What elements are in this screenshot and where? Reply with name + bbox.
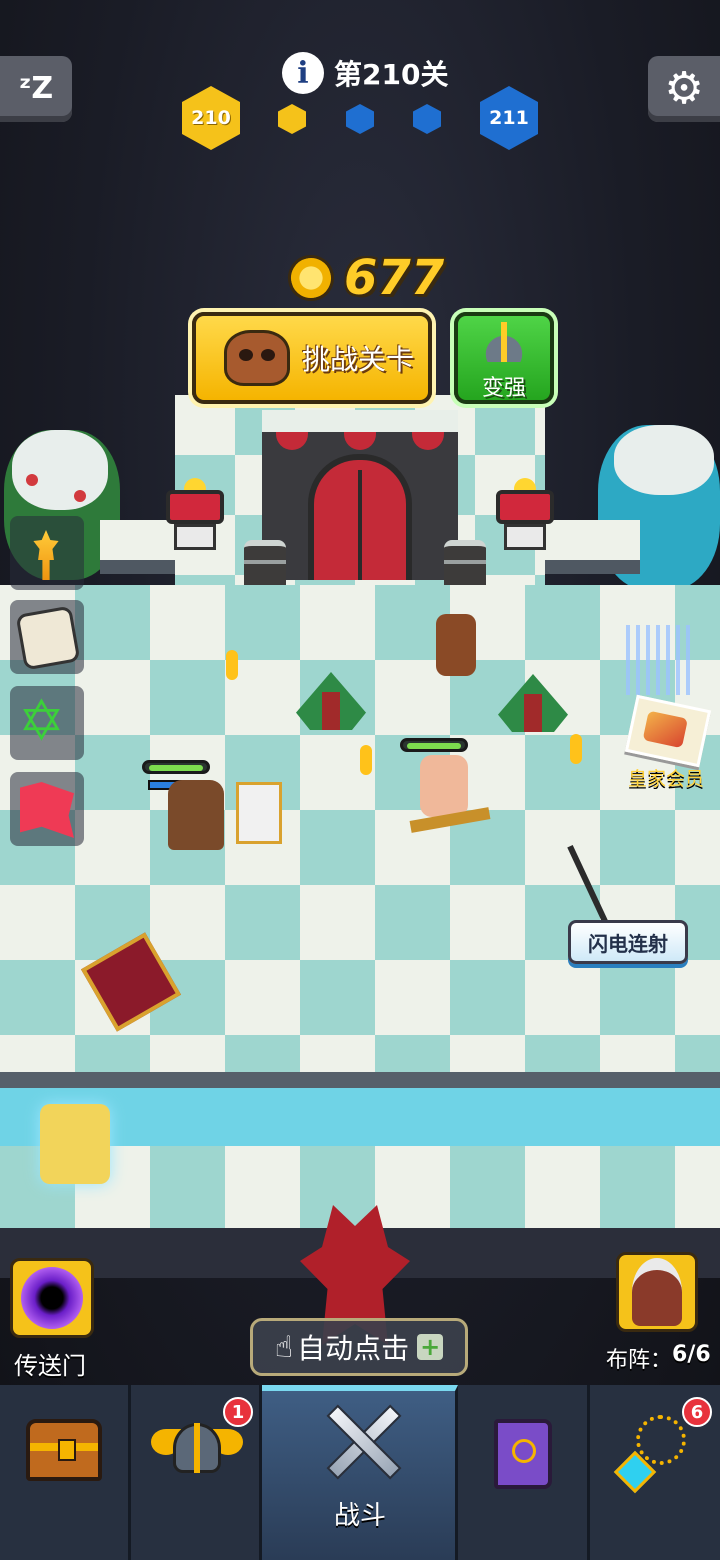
crossed-swords-icon [316, 1397, 406, 1487]
health-bar [142, 760, 210, 774]
current-level-badge: 210 [182, 86, 240, 150]
tab-hero[interactable]: 1 [131, 1385, 262, 1560]
coin-amount: 677 [344, 250, 445, 306]
golden-knight [40, 1104, 110, 1184]
tab-spellbook[interactable] [458, 1385, 590, 1560]
lightning-volley-label: 闪电连射 [588, 931, 668, 956]
lightning-volley-button[interactable]: 闪电连射 [568, 920, 688, 964]
portal-button[interactable] [10, 1258, 94, 1338]
scroll-icon [15, 605, 81, 671]
portal-vortex-icon [21, 1267, 83, 1329]
sleep-icon: ᶻZ [18, 71, 54, 106]
level-title: 第210关 [334, 58, 449, 91]
tab-amulet[interactable]: 6 [590, 1385, 720, 1560]
skull-icon [224, 330, 290, 386]
amulet-badge: 6 [682, 1397, 712, 1427]
next-level-badge: 211 [480, 86, 538, 150]
portal-label[interactable]: 传送门 [14, 1346, 86, 1381]
board-edge [0, 1072, 720, 1088]
archer-enemy [436, 614, 476, 676]
coin-drop[interactable] [226, 650, 238, 680]
sleep-button[interactable]: ᶻZ [0, 56, 72, 122]
level-title-row: i 第210关 [282, 50, 448, 96]
hero-warrior [168, 780, 224, 850]
current-level: 210 [191, 107, 231, 129]
next-level: 211 [489, 107, 529, 129]
gear-icon: ⚙ [664, 63, 704, 114]
info-icon[interactable]: i [282, 52, 324, 94]
formation-label: 布阵： [606, 1348, 673, 1373]
spellbook-icon [494, 1419, 552, 1489]
progress-node-complete [278, 104, 306, 134]
ice-grass [626, 625, 692, 695]
shield-bearer [236, 782, 282, 844]
ranking-button[interactable] [10, 516, 84, 590]
quest-scroll-button[interactable] [10, 600, 84, 674]
red-banner-button[interactable] [10, 772, 84, 846]
red-door [308, 454, 412, 580]
game-scene[interactable]: 皇家会员 闪电连射 ✡ 677 挑战关卡 变强 ᶻZ ⚙ i 第210关 210… [0, 0, 720, 1385]
coin-drop[interactable] [360, 745, 372, 775]
get-stronger-label: 变强 [481, 376, 526, 401]
tab-battle-label: 战斗 [333, 1501, 386, 1531]
royal-member-label[interactable]: 皇家会员 [628, 764, 704, 791]
settings-button[interactable]: ⚙ [648, 56, 720, 122]
reward-icon [642, 710, 688, 749]
hexagram-icon: ✡ [18, 689, 65, 754]
viking-hero-icon [632, 1258, 682, 1326]
formation-button[interactable] [616, 1252, 698, 1332]
auto-click-button[interactable]: ☝ 自动点击 + [250, 1318, 468, 1376]
progress-node-pending [413, 104, 441, 134]
challenge-level-label: 挑战关卡 [302, 343, 415, 376]
barbarian-enemy [420, 755, 468, 817]
coin-drop[interactable] [570, 734, 582, 764]
challenge-level-button[interactable]: 挑战关卡 [192, 312, 432, 404]
auto-click-label: 自动点击 [297, 1332, 410, 1365]
tap-hand-icon: ☝ [274, 1329, 294, 1365]
plus-icon: + [417, 1334, 444, 1360]
red-banner-icon [20, 782, 74, 838]
formation-value: 6/6 [672, 1342, 711, 1367]
star-of-david-button[interactable]: ✡ [10, 686, 84, 760]
treasure-chest-icon [26, 1419, 102, 1481]
get-stronger-button[interactable]: 变强 [454, 312, 554, 404]
health-bar [400, 738, 468, 752]
gold-coin-icon [282, 249, 340, 307]
winged-helmet-icon [480, 322, 528, 362]
progress-node-pending [346, 104, 374, 134]
tab-battle[interactable]: 战斗 [262, 1385, 458, 1560]
brazier-right [496, 473, 554, 550]
tab-chest[interactable] [0, 1385, 131, 1560]
brazier-left [166, 473, 224, 550]
castle-gate [262, 410, 458, 580]
coin-counter: 677 [282, 249, 445, 307]
trophy-icon [33, 530, 59, 580]
amulet-icon [613, 1415, 690, 1494]
formation-status: 布阵： 6/6 [606, 1342, 711, 1374]
hero-badge: 1 [223, 1397, 253, 1427]
winged-helmet-icon [151, 1419, 243, 1479]
